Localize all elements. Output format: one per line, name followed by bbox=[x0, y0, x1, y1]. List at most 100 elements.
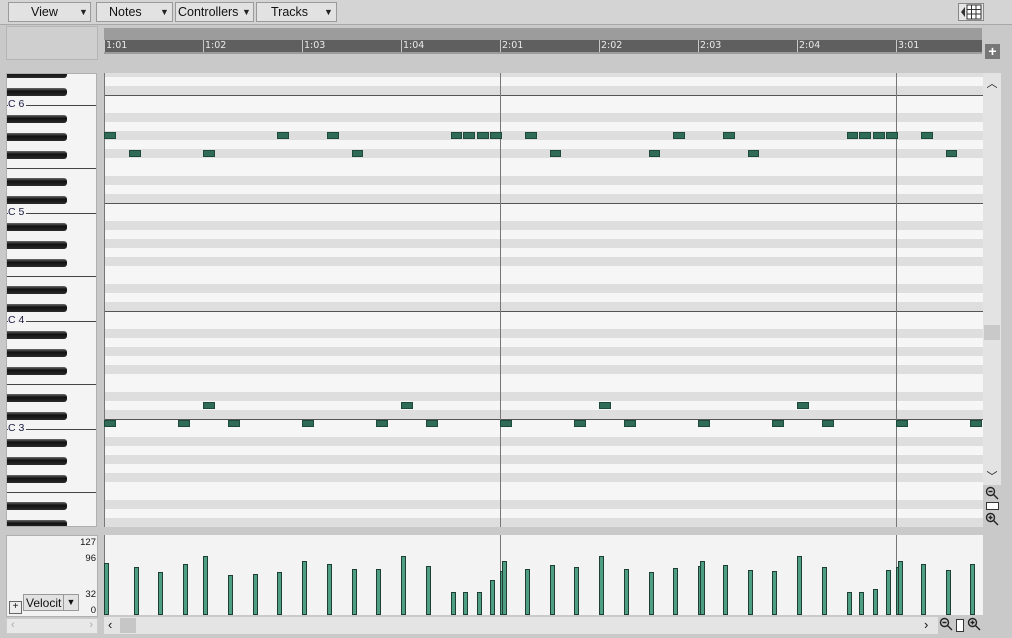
pitch-row[interactable] bbox=[104, 248, 983, 257]
controllers-menu[interactable]: Controllers ▼ bbox=[175, 2, 254, 22]
midi-note[interactable] bbox=[178, 420, 191, 427]
notes-menu[interactable]: Notes ▼ bbox=[96, 2, 173, 22]
midi-note[interactable] bbox=[376, 420, 389, 427]
midi-note[interactable] bbox=[277, 132, 290, 139]
velocity-bar[interactable] bbox=[873, 589, 879, 615]
scroll-left-icon[interactable]: ‹ bbox=[11, 619, 15, 631]
pitch-row[interactable] bbox=[104, 194, 983, 203]
pitch-row[interactable] bbox=[104, 338, 983, 347]
vertical-scrollbar[interactable]: ︿ ﹀ bbox=[983, 73, 1001, 485]
velocity-bar[interactable] bbox=[203, 556, 208, 615]
zoom-in-horizontal-icon[interactable] bbox=[967, 617, 981, 634]
piano-roll-grid[interactable] bbox=[104, 73, 983, 527]
velocity-bar[interactable] bbox=[227, 575, 233, 615]
black-key[interactable] bbox=[7, 349, 67, 357]
controller-type-select[interactable]: Velocit ▼ bbox=[23, 594, 79, 611]
midi-note[interactable] bbox=[797, 402, 809, 409]
midi-note[interactable] bbox=[227, 420, 240, 427]
velocity-bar[interactable] bbox=[945, 570, 951, 615]
scroll-left-icon[interactable]: ‹ bbox=[108, 617, 112, 632]
black-key[interactable] bbox=[7, 196, 67, 204]
midi-note[interactable] bbox=[524, 132, 537, 139]
velocity-bar[interactable] bbox=[463, 592, 469, 615]
velocity-bar[interactable] bbox=[425, 566, 431, 615]
midi-note[interactable] bbox=[599, 402, 611, 409]
zoom-level-indicator[interactable] bbox=[986, 502, 999, 510]
black-key[interactable] bbox=[7, 115, 67, 123]
black-key[interactable] bbox=[7, 412, 67, 420]
pitch-row[interactable] bbox=[104, 275, 983, 284]
velocity-bar[interactable] bbox=[859, 592, 865, 615]
velocity-bar[interactable] bbox=[104, 563, 109, 615]
midi-note[interactable] bbox=[970, 420, 983, 427]
pitch-row[interactable] bbox=[104, 77, 983, 86]
pitch-row[interactable] bbox=[104, 500, 983, 509]
midi-note[interactable] bbox=[821, 420, 834, 427]
black-key[interactable] bbox=[7, 286, 67, 294]
velocity-bar[interactable] bbox=[183, 564, 189, 615]
pitch-row[interactable] bbox=[104, 446, 983, 455]
midi-note[interactable] bbox=[463, 132, 476, 139]
pitch-row[interactable] bbox=[104, 239, 983, 248]
velocity-bar[interactable] bbox=[477, 592, 483, 615]
black-key[interactable] bbox=[7, 367, 67, 375]
pitch-row[interactable] bbox=[104, 104, 983, 113]
pitch-row[interactable] bbox=[104, 284, 983, 293]
velocity-bar[interactable] bbox=[252, 574, 258, 615]
pitch-row[interactable] bbox=[104, 392, 983, 401]
midi-note[interactable] bbox=[477, 132, 490, 139]
midi-note[interactable] bbox=[490, 132, 502, 139]
velocity-bar[interactable] bbox=[277, 572, 283, 615]
scroll-right-icon[interactable]: › bbox=[89, 619, 93, 631]
timeline-ruler-bar[interactable] bbox=[104, 40, 982, 52]
black-key[interactable] bbox=[7, 439, 67, 447]
velocity-bar[interactable] bbox=[772, 571, 778, 615]
midi-note[interactable] bbox=[722, 132, 735, 139]
velocity-bar[interactable] bbox=[133, 567, 139, 615]
vertical-scroll-thumb[interactable] bbox=[984, 325, 1000, 340]
velocity-bar[interactable] bbox=[599, 556, 604, 615]
black-key[interactable] bbox=[7, 502, 67, 510]
black-key[interactable] bbox=[7, 520, 67, 526]
velocity-bar[interactable] bbox=[821, 567, 827, 615]
velocity-bar[interactable] bbox=[747, 570, 753, 615]
pitch-row[interactable] bbox=[104, 329, 983, 338]
tracks-menu[interactable]: Tracks ▼ bbox=[256, 2, 337, 22]
pitch-row[interactable] bbox=[104, 167, 983, 176]
chevron-down-icon[interactable]: ▼ bbox=[63, 595, 78, 610]
pitch-row[interactable] bbox=[104, 212, 983, 221]
midi-note[interactable] bbox=[203, 402, 215, 409]
pitch-row[interactable] bbox=[104, 437, 983, 446]
midi-note[interactable] bbox=[945, 150, 958, 157]
velocity-bar[interactable] bbox=[524, 569, 530, 615]
black-key[interactable] bbox=[7, 475, 67, 483]
velocity-bar[interactable] bbox=[490, 580, 496, 615]
velocity-lane[interactable] bbox=[104, 535, 983, 615]
midi-note[interactable] bbox=[673, 132, 686, 139]
midi-note[interactable] bbox=[846, 132, 859, 139]
pitch-row[interactable] bbox=[104, 401, 983, 410]
pitch-row[interactable] bbox=[104, 221, 983, 230]
velocity-bar[interactable] bbox=[302, 561, 307, 615]
black-key[interactable] bbox=[7, 223, 67, 231]
velocity-bar[interactable] bbox=[797, 556, 802, 615]
black-key[interactable] bbox=[7, 74, 67, 78]
black-key[interactable] bbox=[7, 133, 67, 141]
velocity-bar[interactable] bbox=[623, 569, 629, 615]
horizontal-zoom-level-indicator[interactable] bbox=[956, 619, 964, 632]
pitch-row[interactable] bbox=[104, 347, 983, 356]
pitch-row[interactable] bbox=[104, 491, 983, 500]
midi-note[interactable] bbox=[425, 420, 438, 427]
velocity-bar[interactable] bbox=[886, 570, 892, 615]
horizontal-scroll-thumb[interactable] bbox=[120, 618, 136, 633]
pitch-row[interactable] bbox=[104, 257, 983, 266]
scroll-right-icon[interactable]: › bbox=[924, 617, 928, 632]
pitch-row[interactable] bbox=[104, 185, 983, 194]
midi-note[interactable] bbox=[128, 150, 141, 157]
black-key[interactable] bbox=[7, 88, 67, 96]
velocity-bar[interactable] bbox=[351, 569, 357, 615]
pitch-row[interactable] bbox=[104, 176, 983, 185]
left-pane-scrollbar[interactable]: ‹ › bbox=[6, 618, 98, 634]
pitch-row[interactable] bbox=[104, 86, 983, 95]
velocity-bar[interactable] bbox=[376, 569, 382, 615]
